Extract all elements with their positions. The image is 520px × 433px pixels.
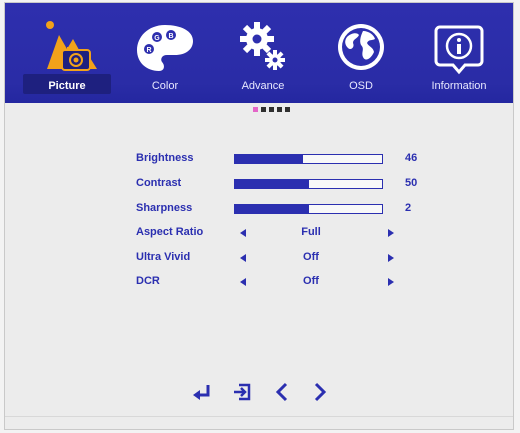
enter-icon[interactable] — [191, 380, 213, 404]
tab-label: Advance — [241, 80, 285, 92]
osd-menu: Picture G B R Color Advance OSD Informat… — [4, 2, 514, 430]
left-chevron-icon[interactable] — [271, 380, 293, 404]
brightness-slider-fill — [235, 155, 303, 163]
contrast-label: Contrast — [136, 177, 182, 189]
ultra-vivid-value: Off — [303, 251, 319, 263]
sharpness-slider[interactable] — [234, 204, 383, 214]
color-palette-icon: G B R — [137, 25, 193, 71]
contrast-row[interactable]: Contrast 50 — [133, 176, 433, 192]
sharpness-value: 2 — [405, 202, 412, 214]
contrast-value: 50 — [405, 177, 418, 189]
ultra-vivid-row[interactable]: Ultra Vivid Off — [133, 250, 433, 266]
right-arrow-icon[interactable] — [388, 229, 394, 237]
svg-text:R: R — [146, 47, 151, 54]
page-dot — [261, 107, 266, 112]
ultra-vivid-label: Ultra Vivid — [136, 251, 191, 263]
right-arrow-icon[interactable] — [388, 278, 394, 286]
tab-picture[interactable]: Picture — [17, 3, 117, 103]
page-dot — [269, 107, 274, 112]
divider — [5, 416, 513, 417]
tab-label: Color — [151, 80, 179, 92]
page-dot — [277, 107, 282, 112]
contrast-slider-fill — [235, 180, 309, 188]
gears-icon — [240, 22, 285, 70]
globe-icon — [338, 24, 384, 70]
sharpness-row[interactable]: Sharpness 2 — [133, 201, 433, 217]
aspect-ratio-value: Full — [301, 226, 321, 238]
tab-bar: Picture G B R Color Advance OSD Informat… — [5, 3, 513, 103]
contrast-slider[interactable] — [234, 179, 383, 189]
tab-osd[interactable]: OSD — [311, 3, 411, 103]
svg-text:B: B — [168, 33, 173, 40]
left-arrow-icon[interactable] — [240, 254, 246, 262]
tab-color[interactable]: G B R Color — [115, 3, 215, 103]
right-arrow-icon[interactable] — [388, 254, 394, 262]
info-icon — [434, 25, 484, 75]
left-arrow-icon[interactable] — [240, 229, 246, 237]
tab-label: Picture — [48, 80, 86, 92]
sharpness-label: Sharpness — [136, 202, 193, 214]
tab-advance[interactable]: Advance — [213, 3, 313, 103]
sharpness-slider-fill — [235, 205, 309, 213]
brightness-label: Brightness — [136, 152, 194, 164]
page-dot — [285, 107, 290, 112]
left-arrow-icon[interactable] — [240, 278, 246, 286]
tab-label: OSD — [349, 80, 373, 92]
right-chevron-icon[interactable] — [309, 380, 331, 404]
picture-icon — [46, 21, 97, 71]
dcr-row[interactable]: DCR Off — [133, 274, 433, 290]
brightness-row[interactable]: Brightness 46 — [133, 151, 433, 167]
svg-text:G: G — [154, 35, 160, 42]
tab-information[interactable]: Information — [409, 3, 509, 103]
dcr-value: Off — [303, 275, 319, 287]
tab-label: Information — [431, 80, 487, 92]
exit-icon[interactable] — [231, 380, 253, 404]
aspect-ratio-row[interactable]: Aspect Ratio Full — [133, 225, 433, 241]
page-indicator — [253, 107, 290, 113]
brightness-value: 46 — [405, 152, 418, 164]
brightness-slider[interactable] — [234, 154, 383, 164]
aspect-ratio-label: Aspect Ratio — [136, 226, 204, 238]
dcr-label: DCR — [136, 275, 160, 287]
page-dot-active — [253, 107, 258, 112]
